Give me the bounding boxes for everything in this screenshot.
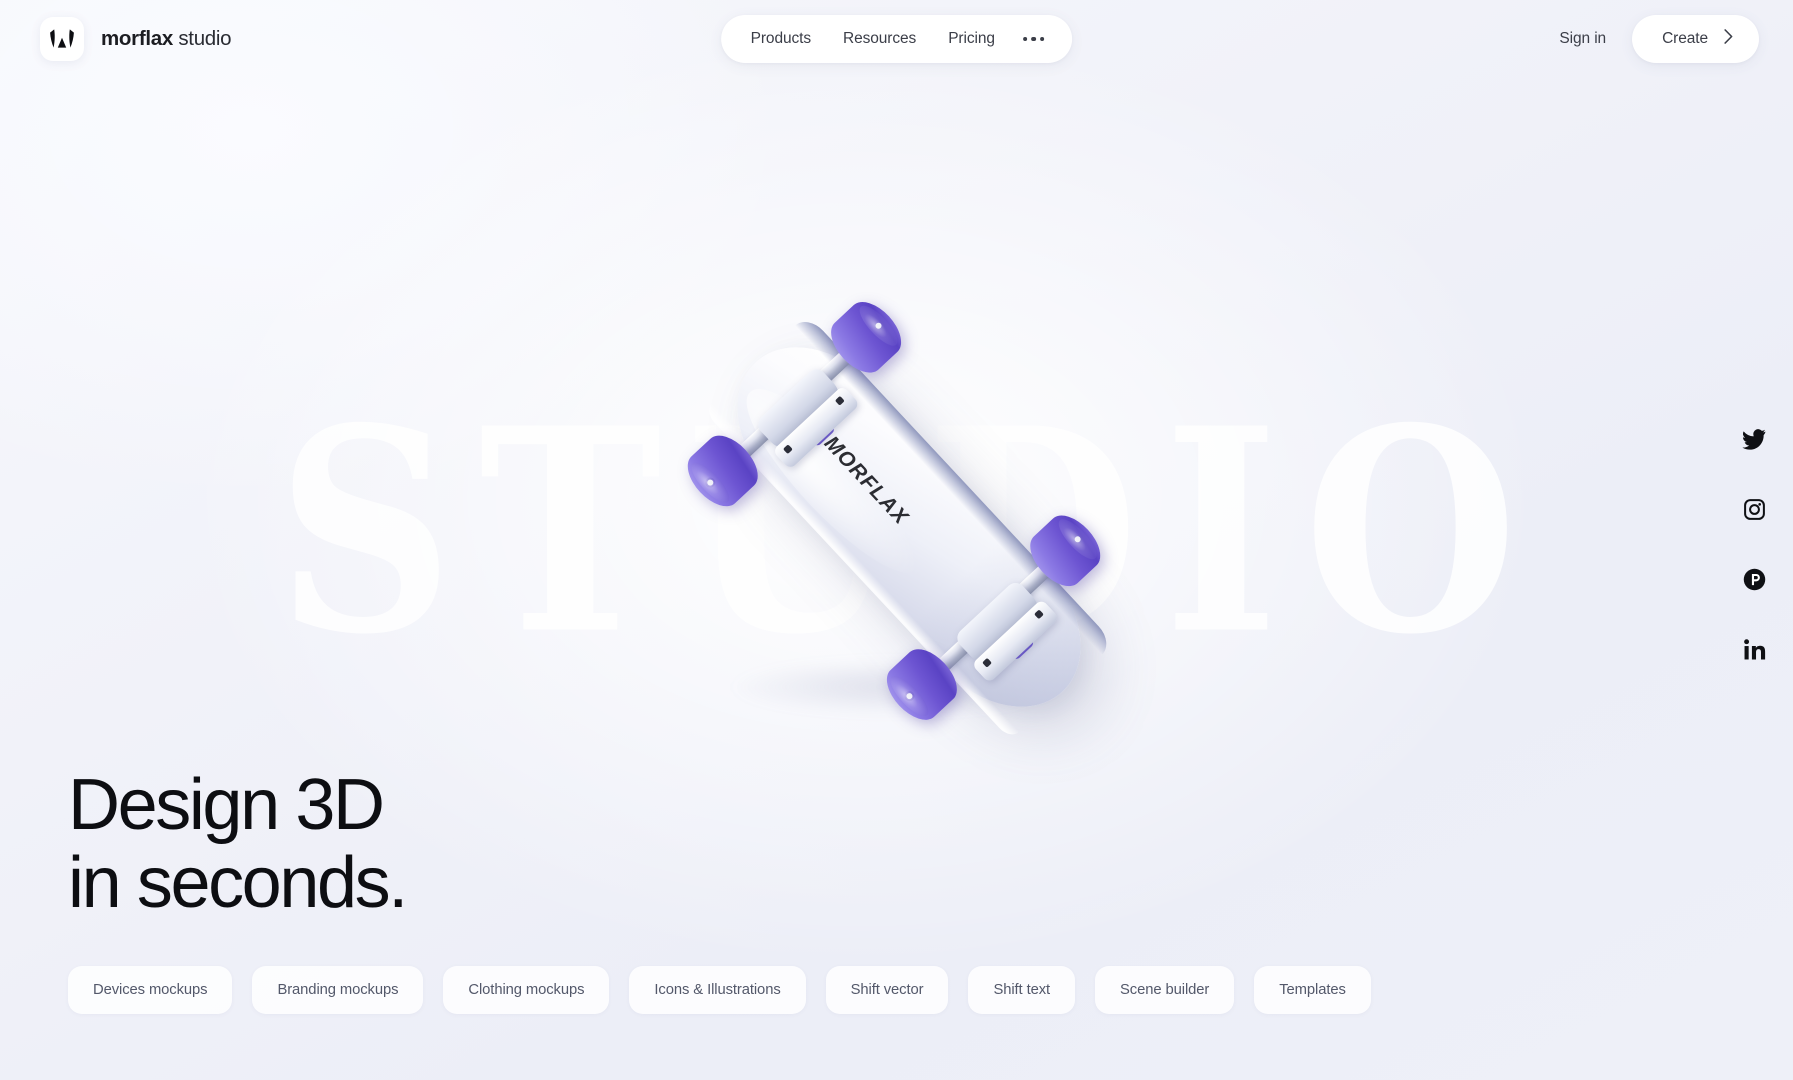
create-button[interactable]: Create	[1632, 15, 1759, 63]
linkedin-icon[interactable]	[1739, 634, 1769, 664]
wheel-hub	[1072, 535, 1082, 544]
truck-bolt	[981, 657, 992, 668]
hero-title-line-1: Design 3D	[68, 765, 385, 845]
chip-shift-vector[interactable]: Shift vector	[825, 966, 949, 1014]
ellipsis-dot	[1039, 36, 1045, 42]
chip-templates[interactable]: Templates	[1254, 966, 1371, 1014]
chip-scene-builder[interactable]: Scene builder	[1095, 966, 1235, 1014]
skateboard-3d-render: MORFLAX	[649, 292, 1169, 762]
chip-icons-illustrations[interactable]: Icons & Illustrations	[629, 966, 806, 1014]
nav-item-resources[interactable]: Resources	[827, 15, 932, 63]
chip-clothing-mockups[interactable]: Clothing mockups	[443, 966, 610, 1014]
brand-name-strong: morflax	[101, 27, 173, 50]
instagram-icon[interactable]	[1739, 494, 1769, 524]
twitter-icon[interactable]	[1739, 424, 1769, 454]
brand-name-light: studio	[172, 27, 232, 50]
ellipsis-dot	[1031, 36, 1036, 42]
truck-bolt	[1033, 609, 1044, 620]
category-chip-list: Devices mockups Branding mockups Clothin…	[68, 966, 1371, 1014]
header-actions: Sign in Create	[1537, 15, 1759, 63]
wheel-hub	[705, 478, 715, 487]
site-header: morflax studio Products Resources Pricin…	[0, 0, 1793, 78]
ellipsis-dot	[1022, 36, 1028, 42]
social-links-rail	[1739, 424, 1769, 664]
sign-in-link[interactable]: Sign in	[1537, 20, 1628, 58]
hero-copy: Design 3D in seconds.	[68, 765, 408, 923]
chevron-right-icon	[1724, 29, 1733, 49]
morflax-mark-icon	[40, 17, 84, 61]
page-title: Design 3D in seconds.	[68, 765, 408, 923]
nav-item-products[interactable]: Products	[735, 15, 827, 63]
brand-name: morflax studio	[101, 27, 232, 51]
chip-devices-mockups[interactable]: Devices mockups	[68, 966, 233, 1014]
chip-branding-mockups[interactable]: Branding mockups	[252, 966, 424, 1014]
producthunt-icon[interactable]	[1739, 564, 1769, 594]
truck-bolt	[834, 395, 845, 406]
primary-nav: Products Resources Pricing	[720, 15, 1073, 63]
nav-item-pricing[interactable]: Pricing	[932, 15, 1011, 63]
brand-logo-link[interactable]: morflax studio	[40, 17, 232, 61]
create-button-label: Create	[1662, 30, 1708, 47]
wheel-hub	[904, 691, 914, 701]
skateboard-rotation-group: MORFLAX	[558, 178, 1259, 876]
ellipsis-icon[interactable]	[1011, 15, 1059, 63]
wheel-hub	[873, 321, 883, 330]
landing-page: morflax studio Products Resources Pricin…	[0, 0, 1793, 1080]
truck-bolt	[782, 444, 793, 455]
chip-shift-text[interactable]: Shift text	[968, 966, 1076, 1014]
hero-title-line-2: in seconds.	[68, 843, 408, 923]
